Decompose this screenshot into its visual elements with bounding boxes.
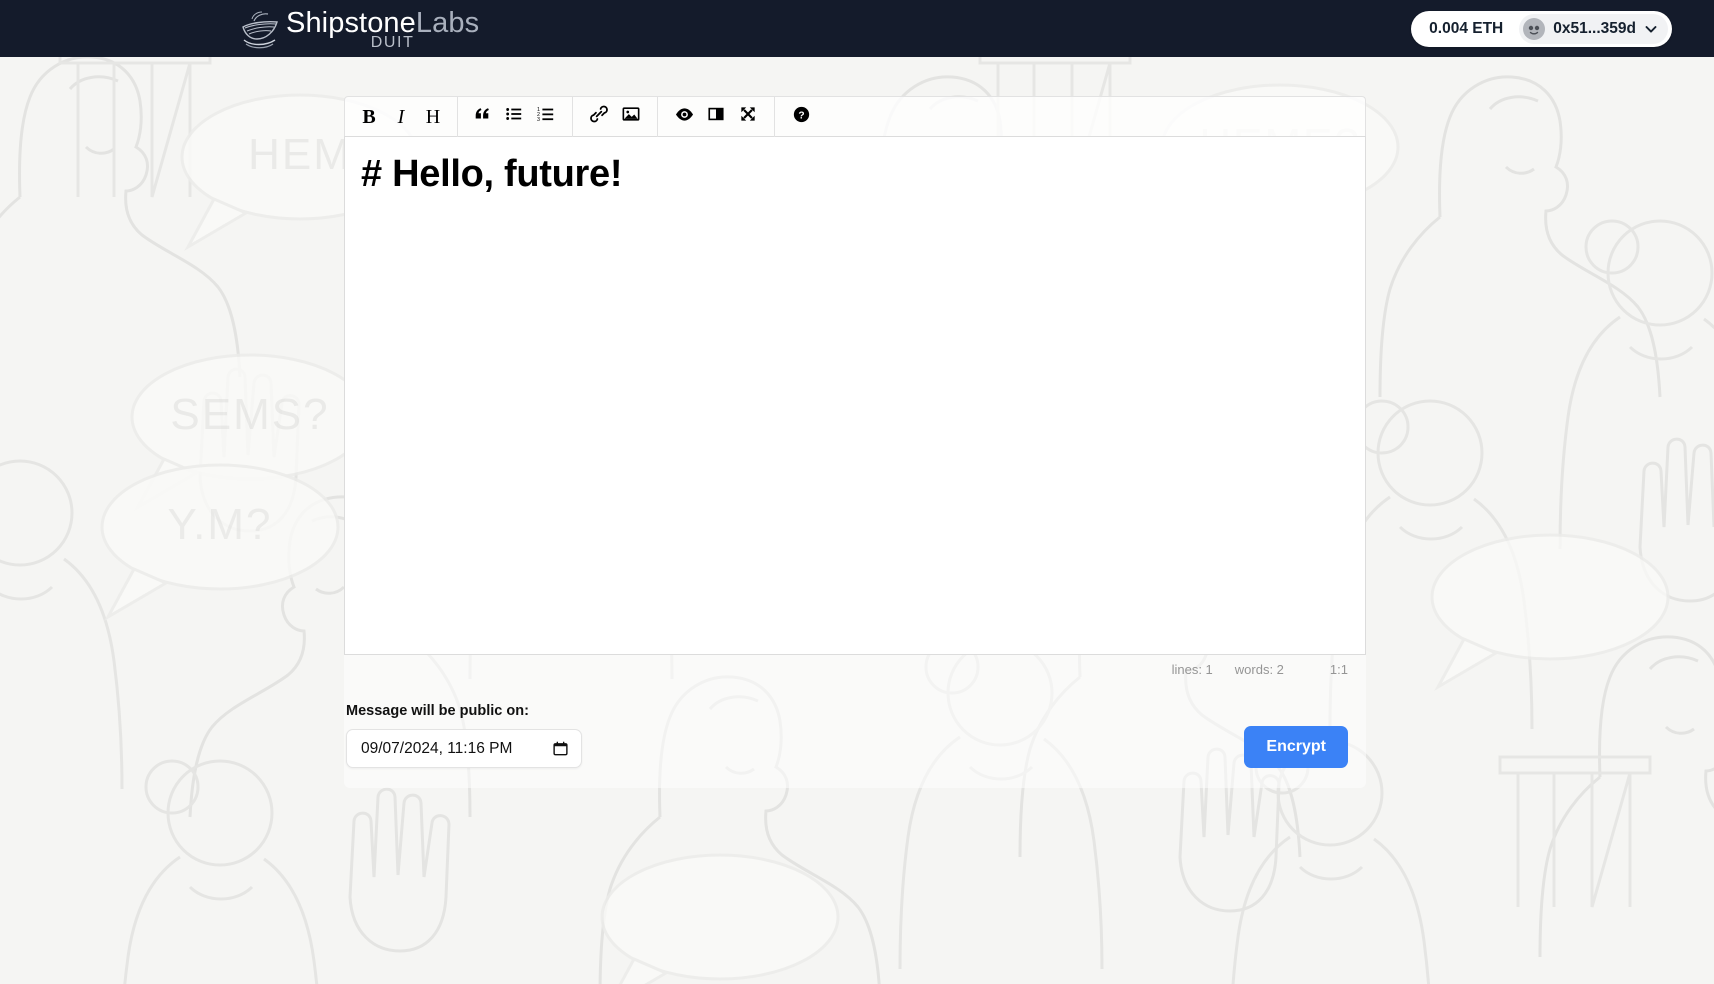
message-composer-card: B I H 1 2 3 ? # Hello, future! lines: 1 …: [344, 96, 1366, 788]
wallet-balance: 0.004 ETH: [1429, 20, 1504, 37]
wallet-avatar-icon: [1523, 18, 1546, 40]
wallet-account-button[interactable]: 0x51...359d: [1519, 14, 1668, 44]
image-button[interactable]: [616, 102, 646, 132]
ship-logo-icon: [240, 10, 282, 50]
heading-button[interactable]: H: [418, 102, 448, 132]
schedule-label: Message will be public on:: [346, 703, 529, 719]
unordered-list-button[interactable]: [499, 102, 529, 132]
publish-datetime-input[interactable]: 09/07/2024, 11:16 PM: [346, 729, 582, 768]
side-by-side-button[interactable]: [701, 102, 731, 132]
calendar-icon[interactable]: [553, 741, 568, 756]
toolbar-separator: [774, 96, 775, 137]
svg-text:SEMS?: SEMS?: [170, 390, 329, 439]
logo-wordmark-secondary: Labs: [415, 7, 480, 39]
status-cursor-position: 1:1: [1329, 662, 1348, 677]
schedule-block: Message will be public on: 09/07/2024, 1…: [346, 703, 582, 768]
italic-button[interactable]: I: [386, 102, 416, 132]
fullscreen-icon: [739, 105, 757, 128]
markdown-toolbar: B I H 1 2 3 ?: [344, 96, 1366, 137]
heading-icon: H: [425, 105, 441, 128]
italic-icon: I: [397, 105, 405, 128]
editor-content-line: # Hello, future!: [361, 153, 623, 195]
app-header: ShipstoneLabs DUIT 0.004 ETH 0x51...359d: [0, 0, 1714, 57]
eye-preview-icon: [675, 105, 694, 129]
link-icon: [590, 105, 608, 128]
composer-footer: Message will be public on: 09/07/2024, 1…: [344, 677, 1366, 774]
quote-button[interactable]: [467, 102, 497, 132]
svg-text:HEM: HEM: [248, 130, 352, 179]
toolbar-separator: [572, 96, 573, 137]
publish-datetime-value: 09/07/2024, 11:16 PM: [361, 739, 513, 757]
preview-button[interactable]: [669, 102, 699, 132]
logo-subtitle: DUIT: [370, 34, 415, 51]
ordered-list-icon: 1 2 3: [537, 105, 555, 128]
status-lines: lines: 1: [1171, 662, 1213, 677]
toolbar-separator: [457, 96, 458, 137]
link-button[interactable]: [584, 102, 614, 132]
chevron-down-icon: [1644, 22, 1658, 36]
svg-text:Y.M?: Y.M?: [167, 500, 272, 549]
quote-icon: [473, 105, 491, 128]
fullscreen-button[interactable]: [733, 102, 763, 132]
image-icon: [622, 105, 640, 128]
status-words: words: 2: [1234, 662, 1284, 677]
side-by-side-icon: [707, 105, 725, 128]
editor-status-bar: lines: 1 words: 2 1:1: [344, 655, 1366, 677]
help-circle-icon: ?: [793, 106, 810, 128]
markdown-text-area[interactable]: # Hello, future!: [344, 136, 1366, 655]
toolbar-separator: [657, 96, 658, 137]
app-logo[interactable]: ShipstoneLabs DUIT: [240, 4, 479, 54]
bold-button[interactable]: B: [354, 102, 384, 132]
bold-icon: B: [362, 105, 376, 128]
markdown-guide-button[interactable]: ?: [786, 102, 816, 132]
unordered-list-icon: [505, 105, 523, 128]
encrypt-button[interactable]: Encrypt: [1244, 726, 1348, 768]
wallet-widget: 0.004 ETH 0x51...359d: [1411, 11, 1672, 47]
svg-text:3: 3: [537, 117, 540, 123]
ordered-list-button[interactable]: 1 2 3: [531, 102, 561, 132]
svg-text:?: ?: [798, 110, 804, 121]
wallet-address: 0x51...359d: [1553, 20, 1636, 37]
